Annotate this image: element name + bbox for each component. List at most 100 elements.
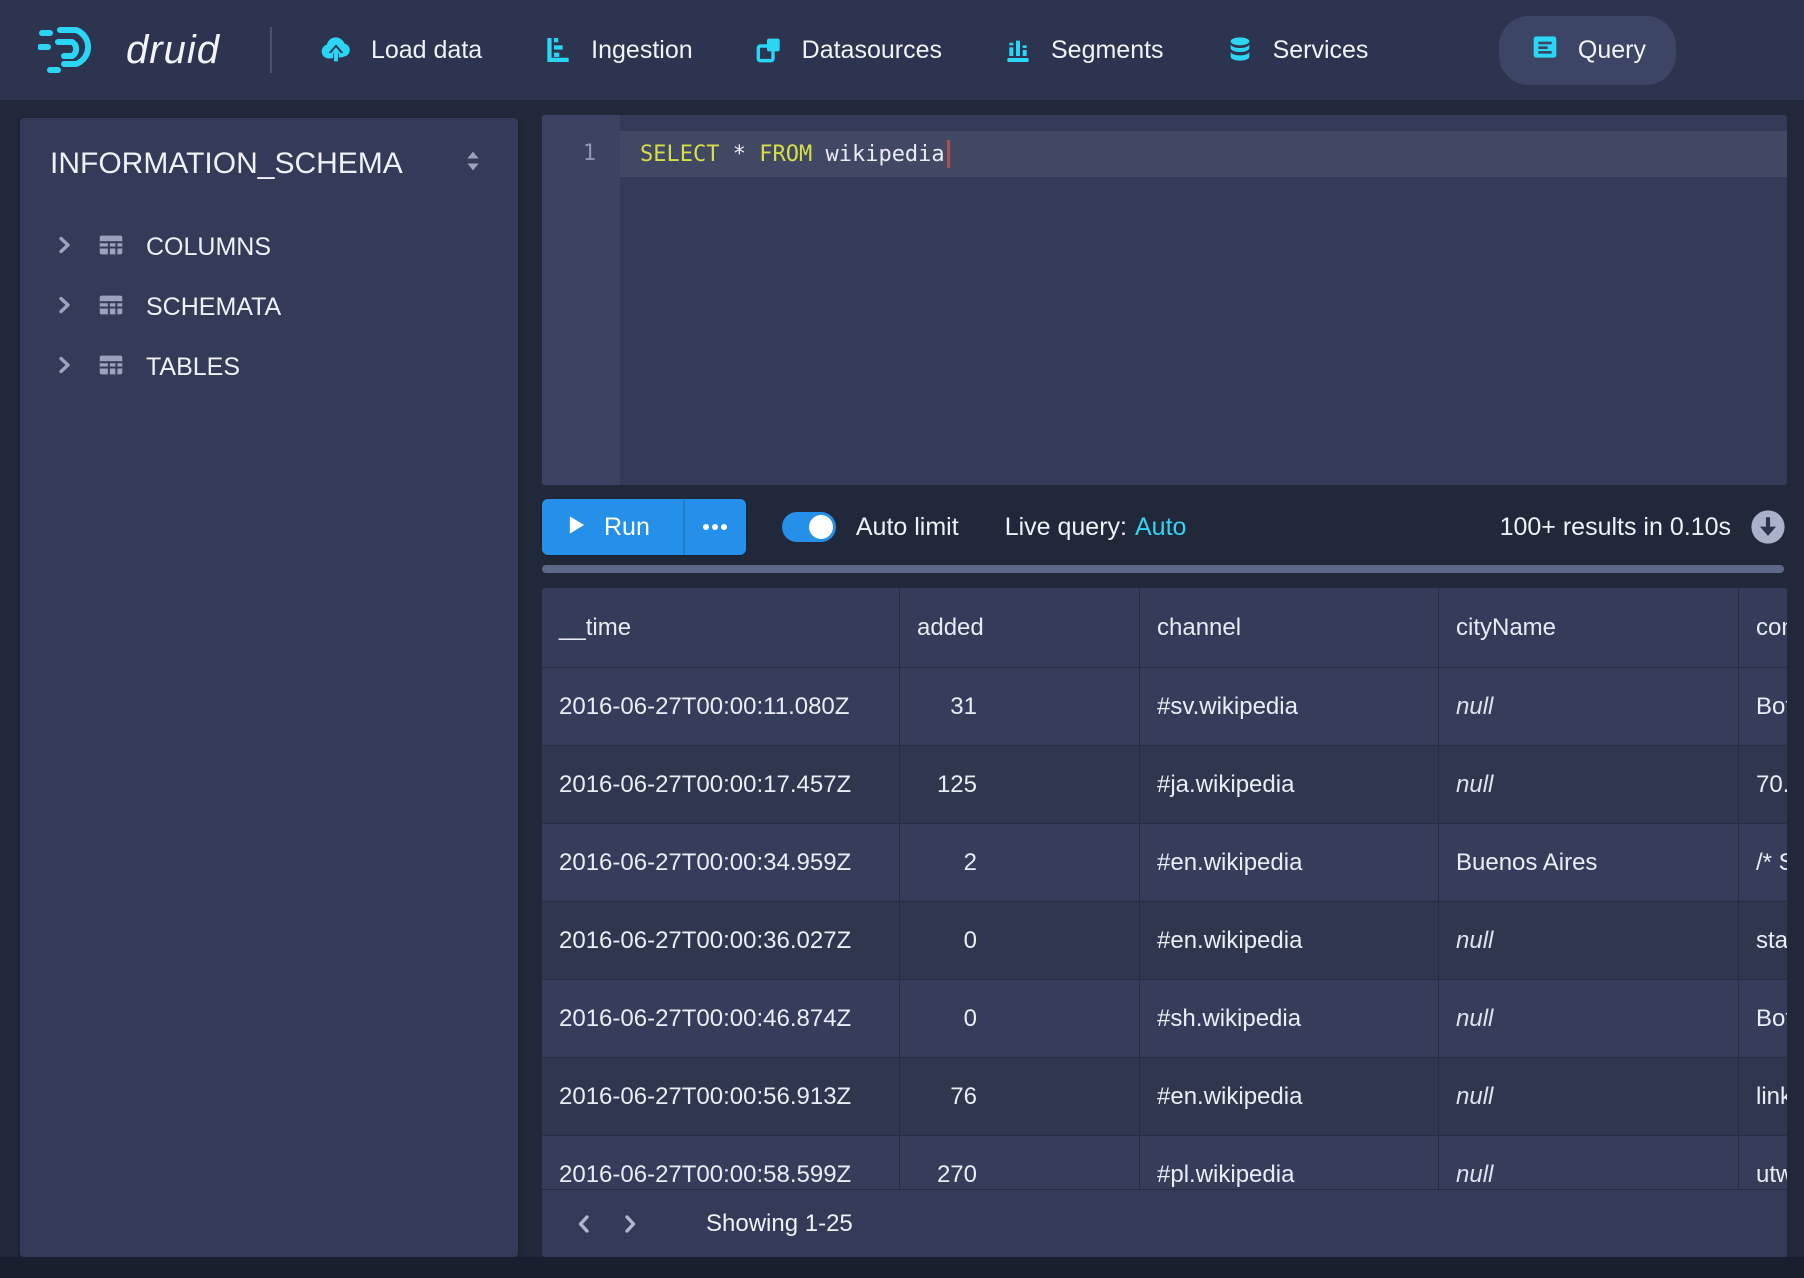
- tree-item-label: TABLES: [146, 353, 240, 382]
- table-cell[interactable]: 70.9: [1739, 746, 1787, 824]
- auto-limit-toggle[interactable]: [782, 512, 836, 542]
- nav-item-datasources[interactable]: Datasources: [753, 34, 942, 66]
- sql-text: *: [719, 142, 759, 167]
- column-header-added[interactable]: added: [900, 588, 1140, 668]
- schema-title: INFORMATION_SCHEMA: [50, 147, 403, 181]
- results-summary: 100+ results in 0.10s: [1500, 513, 1731, 542]
- live-query-value[interactable]: Auto: [1135, 513, 1186, 541]
- nav-item-label: Services: [1273, 36, 1369, 65]
- table-cell[interactable]: link: [1739, 1058, 1787, 1136]
- toggle-knob: [809, 515, 833, 539]
- column-header-comment[interactable]: comment: [1739, 588, 1787, 668]
- nav-item-services[interactable]: Services: [1224, 34, 1369, 66]
- table-cell[interactable]: null: [1439, 902, 1739, 980]
- nav-item-load-data[interactable]: Load data: [318, 33, 482, 67]
- tree-item-tables[interactable]: TABLES: [20, 337, 518, 397]
- table-cell[interactable]: null: [1439, 746, 1739, 824]
- table-row: 2016-06-27T00:00:17.457Z125#ja.wikipedia…: [542, 746, 1787, 824]
- horizontal-scrollbar[interactable]: [542, 565, 1784, 573]
- tree-item-columns[interactable]: COLUMNS: [20, 217, 518, 277]
- chevron-right-icon[interactable]: [614, 1204, 646, 1244]
- table-cell[interactable]: 2016-06-27T00:00:36.027Z: [542, 902, 900, 980]
- table-cell[interactable]: 2016-06-27T00:00:11.080Z: [542, 668, 900, 746]
- table-cell[interactable]: null: [1439, 1058, 1739, 1136]
- results-body: 2016-06-27T00:00:11.080Z31#sv.wikipedian…: [542, 668, 1787, 1214]
- results-panel: __time added channel cityName comment 20…: [542, 588, 1787, 1257]
- more-dots-icon: [701, 520, 729, 535]
- column-header-cityname[interactable]: cityName: [1439, 588, 1739, 668]
- table-cell[interactable]: 76: [900, 1058, 1140, 1136]
- sql-active-line[interactable]: SELECT * FROM wikipedia: [620, 131, 1787, 177]
- column-header-time[interactable]: __time: [542, 588, 900, 668]
- nav-divider: [270, 27, 272, 73]
- table-cell[interactable]: Bot:: [1739, 980, 1787, 1058]
- table-cell[interactable]: #ja.wikipedia: [1140, 746, 1439, 824]
- chevron-right-icon[interactable]: [52, 293, 76, 322]
- column-header-channel[interactable]: channel: [1140, 588, 1439, 668]
- table-cell[interactable]: 125: [900, 746, 1140, 824]
- chevron-left-icon[interactable]: [568, 1204, 600, 1244]
- table-cell[interactable]: #sv.wikipedia: [1140, 668, 1439, 746]
- results-header: __time added channel cityName comment: [542, 588, 1787, 668]
- sql-text: wikipedia: [812, 142, 944, 167]
- sql-keyword: SELECT: [640, 142, 719, 167]
- table-icon: [96, 290, 126, 325]
- table-cell[interactable]: /* S: [1739, 824, 1787, 902]
- table-row: 2016-06-27T00:00:11.080Z31#sv.wikipedian…: [542, 668, 1787, 746]
- database-icon: [1224, 34, 1256, 66]
- table-cell[interactable]: 2016-06-27T00:00:17.457Z: [542, 746, 900, 824]
- table-cell[interactable]: 2016-06-27T00:00:34.959Z: [542, 824, 900, 902]
- table-cell[interactable]: #en.wikipedia: [1140, 1058, 1439, 1136]
- nav-item-label: Load data: [371, 36, 482, 65]
- schema-tree: COLUMNS SCHEMATA: [20, 203, 518, 397]
- ingestion-chart-icon: [542, 34, 574, 66]
- run-more-button[interactable]: [684, 499, 746, 555]
- results-footer: Showing 1-25: [542, 1189, 1787, 1257]
- table-cell[interactable]: 31: [900, 668, 1140, 746]
- sql-editor[interactable]: 1 SELECT * FROM wikipedia: [542, 115, 1787, 485]
- table-cell[interactable]: null: [1439, 668, 1739, 746]
- table-cell[interactable]: 2016-06-27T00:00:56.913Z: [542, 1058, 900, 1136]
- table-cell[interactable]: #en.wikipedia: [1140, 824, 1439, 902]
- editor-gutter: 1: [542, 115, 620, 485]
- chevron-right-icon[interactable]: [52, 233, 76, 262]
- top-nav: druid Load data Ing: [0, 0, 1804, 100]
- pagination-status: Showing 1-25: [706, 1210, 853, 1238]
- line-number: 1: [542, 131, 620, 177]
- table-cell[interactable]: Buenos Aires: [1439, 824, 1739, 902]
- datasources-stack-icon: [753, 34, 785, 66]
- nav-item-label: Segments: [1051, 36, 1164, 65]
- nav-item-ingestion[interactable]: Ingestion: [542, 34, 692, 66]
- table-cell[interactable]: 0: [900, 980, 1140, 1058]
- tree-item-label: COLUMNS: [146, 233, 271, 262]
- query-console-icon: [1529, 31, 1561, 70]
- page-bottom-strip: [0, 1257, 1804, 1278]
- druid-brand[interactable]: druid: [38, 20, 220, 81]
- nav-item-label: Query: [1578, 36, 1646, 65]
- table-cell[interactable]: 0: [900, 902, 1140, 980]
- nav-item-segments[interactable]: Segments: [1002, 34, 1164, 66]
- table-cell[interactable]: stat: [1739, 902, 1787, 980]
- brand-wordmark: druid: [126, 28, 220, 73]
- schema-header[interactable]: INFORMATION_SCHEMA: [20, 118, 518, 203]
- table-row: 2016-06-27T00:00:46.874Z0#sh.wikipedianu…: [542, 980, 1787, 1058]
- chevron-right-icon[interactable]: [52, 353, 76, 382]
- table-cell[interactable]: #sh.wikipedia: [1140, 980, 1439, 1058]
- cloud-upload-icon: [318, 33, 354, 67]
- table-row: 2016-06-27T00:00:34.959Z2#en.wikipediaBu…: [542, 824, 1787, 902]
- table-cell[interactable]: #en.wikipedia: [1140, 902, 1439, 980]
- editor-code-area[interactable]: SELECT * FROM wikipedia: [620, 115, 1787, 485]
- table-cell[interactable]: 2: [900, 824, 1140, 902]
- table-icon: [96, 230, 126, 265]
- run-button[interactable]: Run: [542, 499, 684, 555]
- text-cursor: [947, 140, 950, 168]
- table-icon: [96, 350, 126, 385]
- table-cell[interactable]: null: [1439, 980, 1739, 1058]
- tree-item-schemata[interactable]: SCHEMATA: [20, 277, 518, 337]
- table-cell[interactable]: 2016-06-27T00:00:46.874Z: [542, 980, 900, 1058]
- double-caret-vertical-icon[interactable]: [458, 146, 488, 181]
- download-icon[interactable]: [1749, 508, 1787, 546]
- nav-item-query[interactable]: Query: [1499, 16, 1676, 85]
- play-icon: [568, 513, 586, 542]
- table-cell[interactable]: Bot:: [1739, 668, 1787, 746]
